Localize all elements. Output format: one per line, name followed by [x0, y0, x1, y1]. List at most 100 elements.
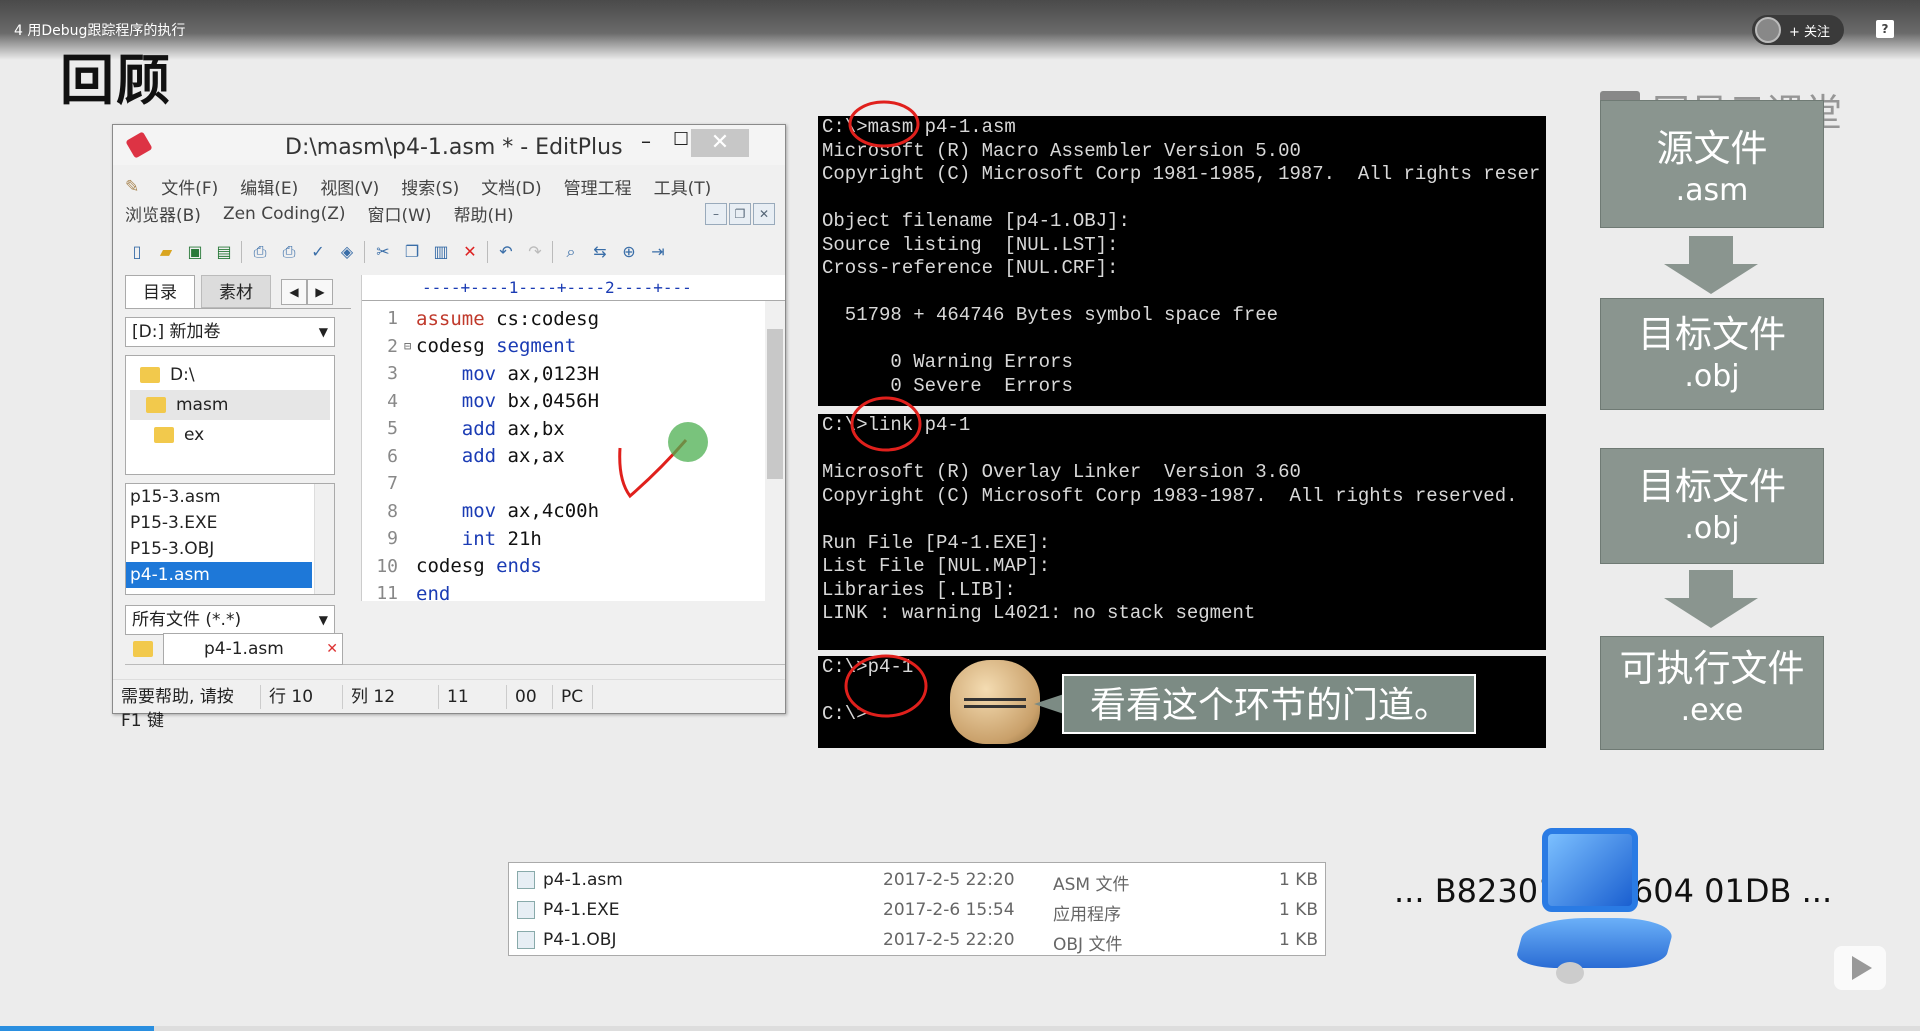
dir-item[interactable]: D:\ [130, 360, 330, 390]
mdi-restore-button[interactable]: ❐ [729, 203, 751, 225]
tab-scroll-left-icon[interactable]: ◀ [281, 279, 307, 305]
toolbar-separator [364, 241, 366, 263]
menu-item[interactable]: 编辑(E) [240, 174, 298, 199]
cut-icon[interactable]: ✂ [371, 241, 395, 263]
file-list-scrollbar[interactable] [314, 484, 334, 594]
file-list-item[interactable]: p15-3.asm [126, 484, 312, 510]
dir-item[interactable]: ex [130, 420, 330, 450]
menu-item[interactable]: 管理工程 [564, 174, 632, 199]
directory-tree: D:\ masm ex [125, 355, 335, 475]
mdi-minimize-button[interactable]: – [705, 203, 727, 225]
editplus-app-icon [125, 131, 153, 159]
drive-select-value: [D:] 新加卷 [132, 322, 221, 342]
file-filter-select[interactable]: 所有文件 (*.*) ▼ [125, 605, 335, 635]
chevron-down-icon: ▼ [318, 325, 328, 339]
code-keyword: add [416, 417, 497, 440]
undo-icon[interactable]: ↶ [494, 241, 518, 263]
menu-item[interactable]: 窗口(W) [367, 201, 431, 226]
explorer-row[interactable]: P4-1.OBJ 2017-2-5 22:20 OBJ 文件 1 KB [509, 925, 1325, 955]
play-icon[interactable] [1834, 946, 1886, 990]
spellcheck-icon[interactable]: ✓ [306, 241, 330, 263]
scrollbar-thumb[interactable] [767, 329, 783, 479]
close-tab-icon[interactable]: ✕ [326, 634, 338, 664]
file-list-item[interactable]: P15-3.EXE [126, 510, 312, 536]
dos-link-output: C:\>link p4-1 Microsoft (R) Overlay Link… [818, 414, 1546, 650]
file-list-item[interactable]: P15-3.OBJ [126, 536, 312, 562]
dir-item[interactable]: masm [130, 390, 330, 420]
explorer-name: P4-1.OBJ [543, 930, 617, 950]
explorer-row[interactable]: P4-1.EXE 2017-2-6 15:54 应用程序 1 KB [509, 895, 1325, 925]
code-keyword: mov [416, 500, 497, 523]
indent-icon[interactable]: ⇥ [646, 241, 670, 263]
menu-item[interactable]: 帮助(H) [454, 201, 514, 226]
code-keyword: codesg [416, 555, 485, 578]
editor-vertical-scrollbar[interactable] [765, 301, 785, 615]
find-in-files-icon[interactable]: ⊕ [617, 241, 641, 263]
print-icon[interactable]: ⎙ [277, 241, 301, 263]
code-operands: cs:codesg [484, 307, 600, 330]
menu-item[interactable]: 搜索(S) [401, 174, 459, 199]
pane-tabs: 目录 素材 ◀ ▶ [125, 275, 351, 309]
tab-scroll-right-icon[interactable]: ▶ [307, 279, 333, 305]
menu-item[interactable]: 文件(F) [161, 174, 218, 199]
find-icon[interactable]: ⌕ [559, 241, 583, 263]
explorer-size: 1 KB [1279, 870, 1319, 890]
explorer-type: 应用程序 [1053, 905, 1121, 925]
drive-select[interactable]: [D:] 新加卷 ▼ [125, 317, 335, 347]
code-keyword: mov [416, 390, 497, 413]
document-tab[interactable]: p4-1.asm ✕ [163, 633, 343, 665]
mdi-close-button[interactable]: ✕ [753, 203, 775, 225]
flow-box-label: 源文件 [1656, 127, 1768, 170]
code-line: 7 [362, 470, 752, 498]
browser-icon[interactable]: ◈ [335, 241, 359, 263]
menu-item[interactable]: 浏览器(B) [125, 201, 201, 226]
menu-row-2: 浏览器(B) Zen Coding(Z) 窗口(W) 帮助(H) [125, 200, 775, 227]
explorer-row[interactable]: p4-1.asm 2017-2-5 22:20 ASM 文件 1 KB [509, 865, 1325, 895]
tab-directory[interactable]: 目录 [125, 275, 195, 308]
flow-box-object-2: 目标文件 .obj [1600, 448, 1824, 564]
folder-icon [140, 367, 160, 383]
fold-marker-icon[interactable]: ⊟ [404, 339, 416, 353]
new-file-icon[interactable]: ▯ [125, 241, 149, 263]
close-button[interactable]: ✕ [691, 129, 749, 157]
code-line: 8 mov ax,4c00h [362, 498, 752, 526]
menu-item[interactable]: Zen Coding(Z) [223, 204, 346, 224]
menu-item[interactable]: 文档(D) [481, 174, 541, 199]
code-lines: 1 assume cs:codesg 2 ⊟ codesg segment 3 mov a… [362, 305, 752, 608]
code-keyword: assume [416, 307, 485, 330]
delete-icon[interactable]: ✕ [458, 241, 482, 263]
help-icon[interactable]: ? [1876, 20, 1894, 38]
print-preview-icon[interactable]: ⎙ [248, 241, 272, 263]
line-number: 1 [387, 308, 398, 330]
document-tabs: p4-1.asm ✕ [125, 633, 785, 665]
code-line: 5 add ax,bx [362, 415, 752, 443]
editor-horizontal-scrollbar[interactable] [361, 601, 785, 625]
replace-icon[interactable]: ⇆ [588, 241, 612, 263]
follow-label: + 关注 [1789, 24, 1831, 40]
follow-button[interactable]: + 关注 [1752, 15, 1844, 45]
redo-icon[interactable]: ↷ [523, 241, 547, 263]
mascot-image [950, 660, 1040, 744]
file-list: p15-3.asm P15-3.EXE P15-3.OBJ p4-1.asm [125, 483, 335, 595]
menu-item[interactable]: 工具(T) [654, 174, 712, 199]
save-all-icon[interactable]: ▤ [212, 241, 236, 263]
video-progress-bar[interactable] [0, 1026, 1920, 1031]
toolbar-separator [487, 241, 489, 263]
file-list-item[interactable]: p4-1.asm [126, 562, 312, 588]
explorer-type: ASM 文件 [1053, 875, 1130, 895]
tab-cliptext[interactable]: 素材 [201, 275, 271, 308]
status-field: 11 [439, 684, 507, 709]
dir-item-label: ex [184, 425, 205, 445]
menu-item[interactable]: 视图(V) [320, 174, 379, 199]
code-editor[interactable]: ----+----1----+----2----+--- 1 assume cs:… [361, 275, 785, 625]
maximize-button[interactable]: ☐ [673, 129, 689, 150]
open-folder-icon[interactable]: ▰ [154, 241, 178, 263]
save-icon[interactable]: ▣ [183, 241, 207, 263]
copy-icon[interactable]: ❐ [400, 241, 424, 263]
speech-bubble-tail [1034, 694, 1064, 714]
code-operands: segment [484, 335, 577, 358]
minimize-button[interactable]: – [641, 129, 651, 153]
code-line: 2 ⊟ codesg segment [362, 333, 752, 361]
line-number: 8 [387, 500, 398, 522]
paste-icon[interactable]: ▥ [429, 241, 453, 263]
